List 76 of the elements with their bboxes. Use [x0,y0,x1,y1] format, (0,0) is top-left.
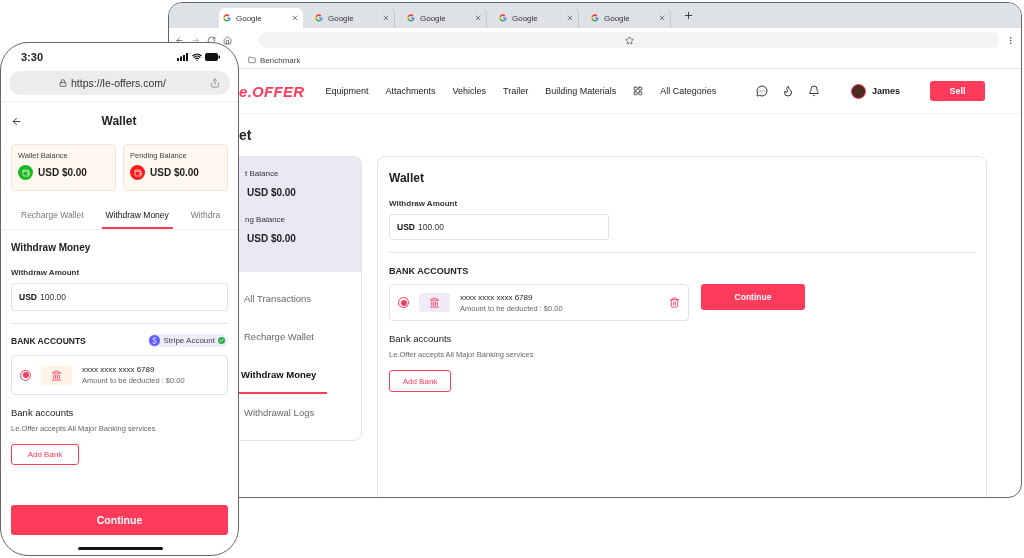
browser-tab[interactable]: Google [587,8,671,28]
url-bar[interactable]: https://le-offers.com/ [9,71,230,95]
section-heading: Withdraw Money [11,242,92,253]
tab[interactable]: Recharge Wallet [17,203,88,229]
section-title: BANK ACCOUNTS [389,266,470,276]
add-bank-button[interactable]: Add Bank [11,444,79,465]
grid-icon [633,86,644,96]
close-icon[interactable] [658,14,666,22]
share-icon[interactable] [210,78,220,88]
bookmark-link[interactable]: Benchmark [260,55,301,65]
home-icon[interactable] [223,35,232,45]
back-icon[interactable] [11,115,22,127]
info-title: Bank accounts [389,333,453,344]
browser-tab[interactable]: Google [311,8,395,28]
bank-icon [429,297,440,308]
sidebar-item[interactable]: All Transactions [239,280,327,318]
section-title: BANK ACCOUNTS [11,335,86,346]
google-icon [223,14,231,22]
lock-icon [59,79,68,87]
browser-tab[interactable]: Google [495,8,579,28]
account-number: xxxx xxxx xxxx 6789 [460,292,534,302]
trash-icon[interactable] [669,297,680,308]
google-icon [315,14,323,22]
folder-icon [248,56,256,64]
signal-icon [177,53,189,61]
google-icon [499,14,507,22]
amount-field[interactable]: USD 100.00 [11,283,228,311]
menu-icon[interactable] [1006,35,1015,45]
balance-amount: USD $0.00 [38,167,87,178]
bank-icon [51,369,62,381]
nav-link[interactable]: Equipment [325,86,369,96]
star-icon[interactable] [624,35,634,45]
reload-icon[interactable] [207,35,216,45]
balance-amount: USD $0.00 [247,187,297,198]
chat-icon[interactable] [756,85,769,97]
sidebar-item[interactable]: Recharge Wallet [239,318,327,356]
flame-icon[interactable] [782,85,795,97]
nav-link[interactable]: All Categories [660,86,717,96]
amount-field[interactable]: USD 100.00 [389,214,609,240]
balance-label: t Balance [245,169,280,178]
screen-title: Wallet [100,114,138,128]
url-text: https://le-offers.com/ [71,77,166,89]
google-icon [407,14,415,22]
add-bank-button[interactable]: Add Bank [389,370,451,392]
account-number: xxxx xxxx xxxx 6789 [82,365,156,374]
nav-link[interactable]: Building Materials [545,86,617,96]
wifi-icon [192,52,202,62]
balance-label: ng Balance [245,215,287,224]
tab[interactable]: Withdra [186,203,225,229]
stripe-badge: Stripe Account [148,334,228,347]
nav-link[interactable]: Trailer [503,86,529,96]
bell-icon[interactable] [808,85,821,97]
field-label: Withdraw Amount [389,199,459,208]
balance-amount: USD $0.00 [150,167,199,178]
user-avatar[interactable] [850,83,866,99]
sidebar-item[interactable]: Withdrawal Logs [239,394,327,432]
close-icon[interactable] [474,14,482,22]
close-icon[interactable] [566,14,574,22]
browser-tab[interactable]: Google [219,8,303,28]
info-title: Bank accounts [11,407,75,418]
user-name[interactable]: James [871,86,900,96]
tab[interactable]: Withdraw Money [101,203,173,229]
status-time: 3:30 [21,51,44,63]
new-tab-icon[interactable] [683,10,694,21]
browser-tab[interactable]: Google [403,8,487,28]
field-label: Withdraw Amount [11,268,81,277]
close-icon[interactable] [291,14,299,22]
card-title: Wallet [389,171,425,185]
battery-icon [205,53,220,61]
close-icon[interactable] [382,14,390,22]
nav-link[interactable]: Attachments [385,86,436,96]
nav-link[interactable]: Vehicles [452,86,487,96]
google-icon [591,14,599,22]
balance-amount: USD $0.00 [247,233,297,244]
forward-icon[interactable] [191,35,200,45]
back-icon[interactable] [175,35,184,45]
